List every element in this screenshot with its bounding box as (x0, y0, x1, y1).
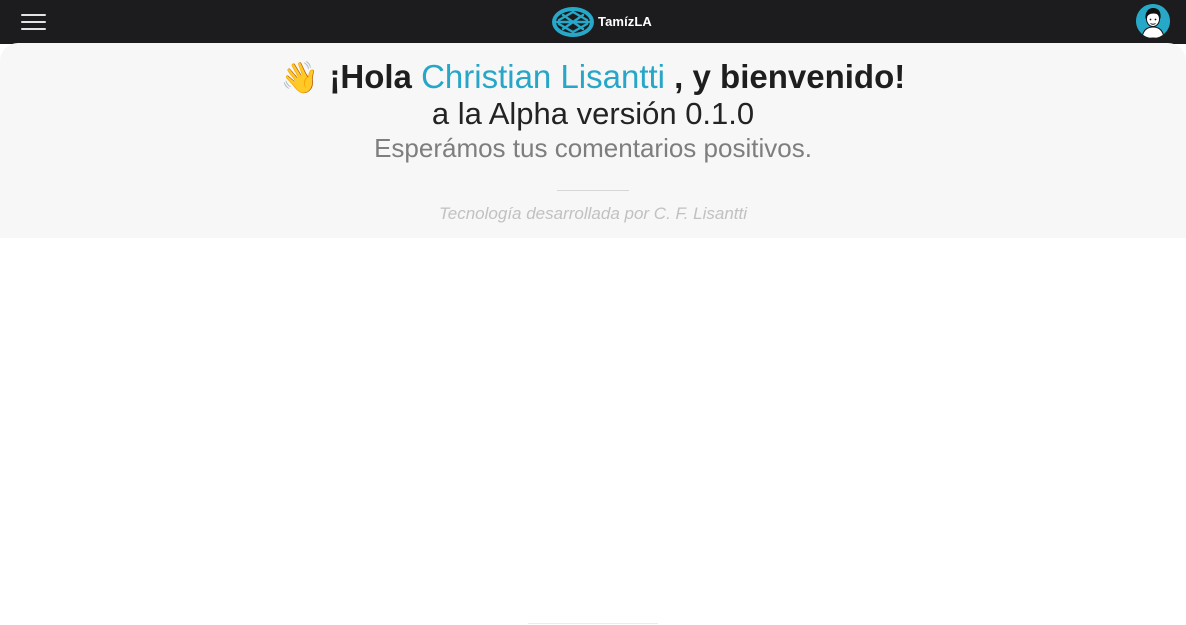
credit-text: Tecnología desarrollada por C. F. Lisant… (438, 204, 748, 223)
tamizla-logo-icon (552, 6, 594, 37)
user-name: Christian Lisantti (421, 58, 666, 95)
waving-hand-icon: 👋 (280, 60, 320, 95)
user-avatar-button[interactable] (1136, 4, 1170, 38)
greeting-prefix: ¡Hola (329, 58, 422, 95)
brand-name: TamízLA (598, 14, 652, 29)
hamburger-bar-middle (21, 21, 46, 23)
divider (557, 190, 629, 191)
welcome-banner: 👋 ¡Hola Christian Lisantti , y bienvenido… (0, 43, 1186, 238)
hamburger-menu-button[interactable] (21, 11, 47, 33)
feedback-subtitle: Esperámos tus comentarios positivos. (374, 133, 812, 163)
top-navbar: TamízLA (0, 0, 1186, 44)
version-text: a la Alpha versión 0.1.0 (431, 96, 755, 131)
hamburger-menu-icon (21, 14, 46, 16)
bottom-divider (528, 623, 658, 624)
user-avatar-icon (1136, 4, 1170, 38)
hamburger-bar-bottom (21, 28, 46, 30)
welcome-heading: 👋 ¡Hola Christian Lisantti , y bienvenido… (0, 57, 1186, 98)
brand-link[interactable]: TamízLA (551, 5, 652, 38)
greeting-suffix: , y bienvenido! (665, 58, 906, 95)
